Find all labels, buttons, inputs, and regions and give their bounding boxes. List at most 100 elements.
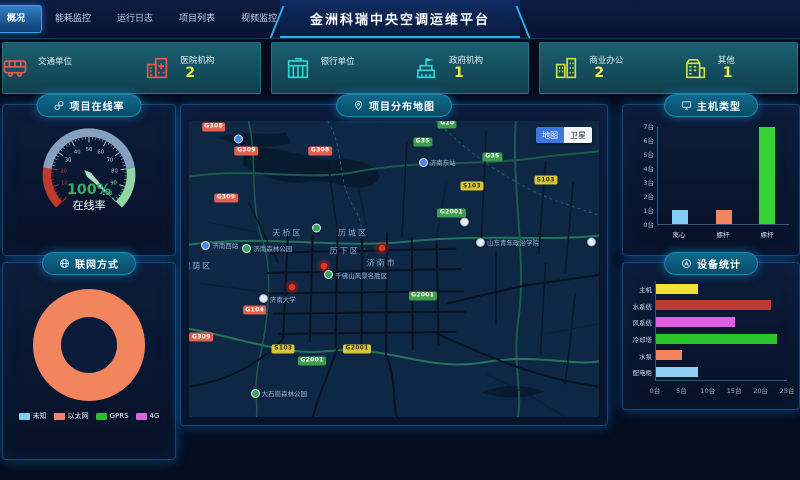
poi-marker: 济南西站: [201, 240, 238, 250]
legend-label: 未知: [33, 411, 47, 421]
panel-project-map: 项目分布地图 G308G309G308G309G20: [180, 104, 608, 426]
y-axis-category: 主机: [639, 284, 652, 294]
poi-marker: 千佛山风景名胜区: [324, 270, 387, 280]
panel-device-stats: 设备统计 主机水系统风系统冷却塔水泵配电柜 0台5台10台15台20台25台: [622, 262, 800, 410]
bar-主机: [656, 284, 698, 294]
svg-text:30: 30: [65, 157, 72, 163]
compass-icon: [681, 258, 692, 269]
road-shield-G2001: G2001: [298, 356, 326, 365]
panel-title: 设备统计: [697, 256, 741, 271]
project-marker[interactable]: [320, 262, 329, 271]
network-donut-chart: [3, 289, 175, 401]
poi-label: 济南大学: [270, 294, 296, 304]
svg-text:60: 60: [97, 150, 104, 156]
road-shield-G308: G308: [202, 122, 226, 131]
road-shield-S103: S103: [272, 344, 295, 353]
project-marker[interactable]: [377, 244, 386, 253]
poi-dot-icon: [419, 158, 428, 167]
road-shield-G309: G309: [214, 193, 238, 202]
bar-螺杆: [716, 210, 732, 224]
poi-dot-icon: [476, 238, 485, 247]
bar-离心: [672, 210, 688, 224]
stat-card-office-other: 商业办公2 其他1: [539, 42, 798, 94]
stat-hospital: 医院机构2: [131, 54, 259, 82]
panel-title: 项目分布地图: [369, 98, 435, 113]
district-label: 天桥区: [272, 228, 302, 239]
svg-text:20: 20: [60, 169, 67, 175]
district-label: 槐荫区: [189, 261, 212, 272]
stat-value: 2: [589, 66, 623, 81]
road-shield-S103: S103: [534, 176, 557, 185]
poi-dot-icon: [312, 223, 321, 232]
poi-marker: 济南东站: [419, 157, 456, 167]
poi-label: 济南西站: [212, 240, 238, 250]
legend-label: 以太网: [68, 411, 89, 421]
stat-value: 2: [180, 66, 214, 81]
device-stats-bar-chart: 主机水系统风系统冷却塔水泵配电柜 0台5台10台15台20台25台: [629, 279, 793, 395]
stat-card-bank-government: 银行单位 政府机构1: [271, 42, 530, 94]
y-axis-category: 风系统: [633, 317, 653, 327]
network-legend: 未知 以太网 GPRS 4G: [3, 411, 175, 421]
stat-other: 其他1: [669, 54, 797, 82]
legend-swatch: [136, 413, 147, 420]
y-axis-tick: 3台: [631, 177, 654, 187]
bus-icon: [1, 54, 29, 82]
host-type-categories: 离心螺杆螺杆: [657, 229, 789, 239]
office-icon: [552, 54, 580, 82]
y-axis-tick: 2台: [631, 191, 654, 201]
hospital-icon: [143, 54, 171, 82]
svg-text:80: 80: [111, 169, 118, 175]
bar-风系统: [656, 317, 735, 327]
y-axis-tick: 6台: [631, 135, 654, 145]
legend-label: GPRS: [110, 412, 129, 420]
road-shield-G309: G309: [189, 333, 213, 342]
x-axis-category: 离心: [673, 229, 686, 239]
nav-tab-2[interactable]: 运行日志: [104, 0, 166, 38]
stat-value: 1: [449, 66, 483, 81]
poi-dot-icon: [259, 294, 268, 303]
stat-card-transport-hospital: 交通单位 医院机构2: [2, 42, 261, 94]
stat-traffic-unit: 交通单位: [3, 54, 131, 82]
road-shield-G309: G309: [235, 146, 259, 155]
factory-icon: [681, 54, 709, 82]
dashboard-root: 概况能耗监控运行日志项目列表视频监控 金洲科瑞中央空调运维平台 交通单位 医院机…: [0, 0, 800, 480]
legend-item-未知[interactable]: 未知: [19, 411, 47, 421]
gauge-value: 100%: [67, 182, 111, 198]
legend-swatch: [96, 413, 107, 420]
svg-text:40: 40: [74, 150, 81, 156]
map-canvas[interactable]: G308G309G308G309G20G35G35G2001S103S103G2…: [189, 121, 599, 417]
nav-tab-1[interactable]: 能耗监控: [42, 0, 104, 38]
platform-title-box: 金洲科瑞中央空调运维平台: [280, 0, 520, 38]
poi-dot-icon: [234, 134, 243, 143]
stat-label: 交通单位: [38, 55, 72, 67]
map-markers-layer: G308G309G308G309G20G35G35G2001S103S103G2…: [189, 121, 599, 417]
project-marker[interactable]: [287, 282, 296, 291]
panel-title: 项目在线率: [70, 98, 125, 113]
panel-network-header: 联网方式: [42, 252, 136, 275]
host-type-bar-chart: 离心螺杆螺杆 0台1台2台3台4台5台6台7台: [631, 123, 793, 241]
bar-冷却塔: [656, 334, 777, 344]
poi-dot-icon: [201, 241, 210, 250]
legend-label: 4G: [150, 412, 160, 420]
nav-tab-3[interactable]: 项目列表: [166, 0, 228, 38]
bar-配电柜: [656, 367, 698, 377]
legend-item-4G[interactable]: 4G: [136, 411, 160, 421]
y-axis-tick: 7台: [631, 121, 654, 131]
road-shield-G308: G308: [308, 146, 332, 155]
district-label: 历下区: [330, 246, 360, 257]
map-mode-button[interactable]: 地图: [536, 127, 564, 143]
x-axis-tick: 20台: [753, 385, 768, 395]
legend-item-以太网[interactable]: 以太网: [54, 411, 89, 421]
satellite-mode-button[interactable]: 卫星: [564, 127, 592, 143]
poi-marker: 济南森林公园: [242, 243, 292, 253]
poi-label: 济南东站: [430, 157, 456, 167]
legend-item-GPRS[interactable]: GPRS: [96, 411, 129, 421]
link-icon: [54, 100, 65, 111]
page-title: 金洲科瑞中央空调运维平台: [310, 9, 490, 28]
poi-marker: 济南大学: [259, 294, 296, 304]
panel-host-type: 主机类型 离心螺杆螺杆 0台1台2台3台4台5台6台7台: [622, 104, 800, 256]
bar-水系统: [656, 300, 771, 310]
road-shield-G20: G20: [438, 121, 457, 128]
nav-tab-0[interactable]: 概况: [0, 5, 42, 33]
svg-text:50: 50: [86, 147, 93, 153]
